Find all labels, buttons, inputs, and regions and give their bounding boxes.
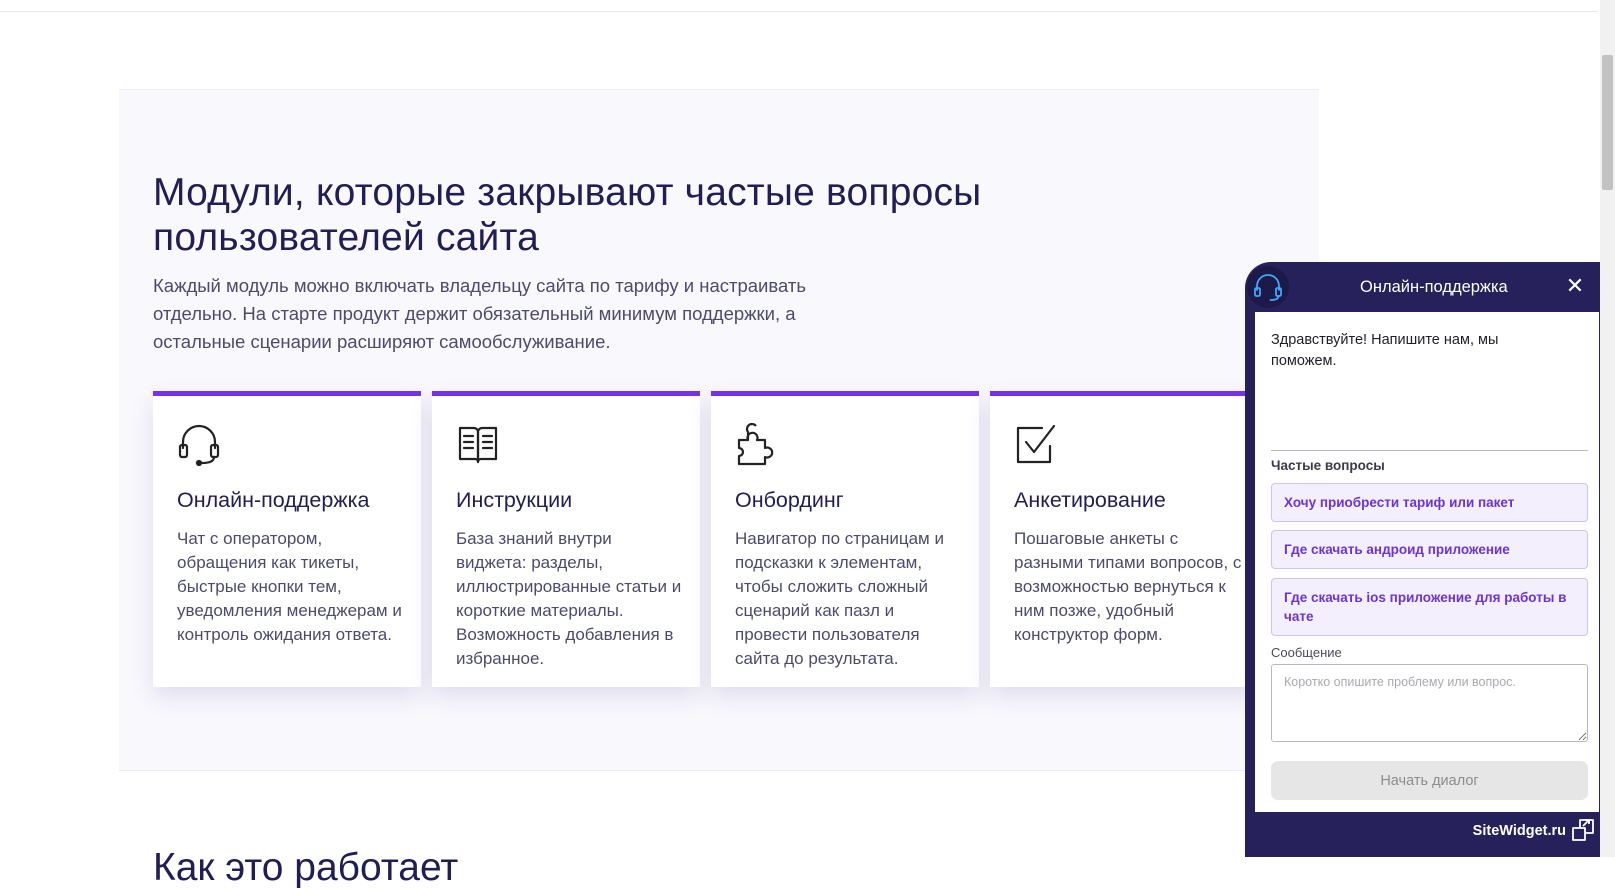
card-title: Инструкции (456, 488, 573, 512)
section-subtitle: Каждый модуль можно включать владельцу с… (153, 275, 807, 352)
section-title: Модули, которые закрывают частые вопросы… (153, 171, 982, 259)
widget-frame: Здравствуйте! Напишите нам, мы поможем. … (1245, 312, 1602, 857)
modules-section: Модули, которые закрывают частые вопросы… (119, 89, 1319, 771)
scrollbar[interactable] (1600, 0, 1615, 857)
top-divider (0, 11, 1598, 12)
start-dialog-button[interactable]: Начать диалог (1271, 761, 1588, 800)
headset-icon (1247, 266, 1289, 308)
support-widget: Онлайн-поддержка ✕ Здравствуйте! Напишит… (1245, 262, 1602, 857)
faq-button[interactable]: Хочу приобрести тариф или пакет (1271, 483, 1588, 522)
card-text: База знаний внутри виджета: разделы, илл… (456, 529, 682, 668)
card-title: Онбординг (735, 488, 844, 512)
scroll-thumb[interactable] (1602, 55, 1613, 190)
checkbox-icon (1014, 422, 1058, 466)
card-text: Пошаговые анкеты с разными типами вопрос… (1014, 529, 1242, 644)
widget-header: Онлайн-поддержка ✕ (1245, 262, 1602, 312)
close-icon[interactable]: ✕ (1562, 273, 1588, 299)
widget-body: Здравствуйте! Напишите нам, мы поможем. … (1255, 312, 1599, 812)
faq-button[interactable]: Где скачать ios приложение для работы в … (1271, 578, 1588, 636)
message-label: Сообщение (1271, 645, 1342, 660)
message-input[interactable] (1271, 664, 1588, 742)
card-surveys: Анкетирование Пошаговые анкеты с разными… (990, 391, 1258, 687)
greeting-text: Здравствуйте! Напишите нам, мы поможем. (1271, 332, 1499, 369)
brand-label[interactable]: SiteWidget.ru (1473, 823, 1566, 839)
widget-title: Онлайн-поддержка (1360, 278, 1508, 296)
faq-button[interactable]: Где скачать андроид приложение (1271, 530, 1588, 569)
next-section-title: Как это работает (153, 846, 459, 889)
card-instructions: Инструкции База знаний внутри виджета: р… (432, 391, 700, 687)
card-onboarding: Онбординг Навигатор по страницам и подск… (711, 391, 979, 687)
puzzle-icon (735, 422, 779, 466)
divider (1271, 450, 1588, 451)
card-title: Анкетирование (1014, 488, 1166, 512)
expand-icon[interactable] (1570, 817, 1596, 843)
card-text: Чат с оператором, обращения как тикеты, … (177, 529, 402, 644)
headset-icon (177, 422, 221, 467)
card-title: Онлайн-поддержка (177, 488, 370, 512)
faq-label: Частые вопросы (1271, 458, 1385, 473)
card-online-support: Онлайн-поддержка Чат с оператором, обращ… (153, 391, 421, 687)
book-icon (456, 422, 500, 466)
card-text: Навигатор по страницам и подсказки к эле… (735, 529, 944, 668)
